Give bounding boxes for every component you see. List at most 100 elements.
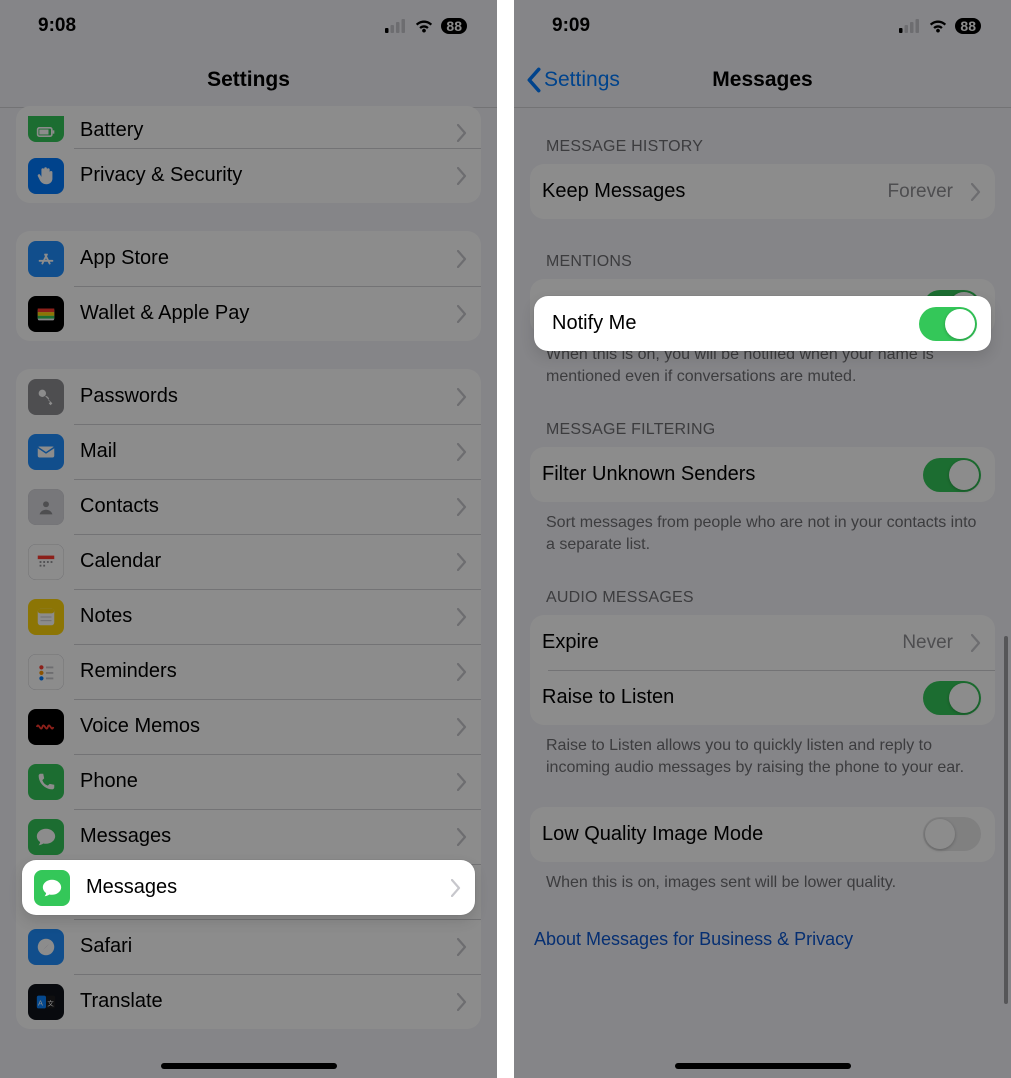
group-low-quality-image: Low Quality Image Mode — [530, 807, 995, 862]
back-button[interactable]: Settings — [526, 67, 620, 93]
status-bar: 9:08 88 — [0, 0, 497, 52]
settings-row-voicememos[interactable]: Voice Memos — [16, 699, 481, 754]
navbar: Settings Messages — [514, 52, 1011, 108]
settings-row-hand[interactable]: Privacy & Security — [16, 148, 481, 203]
settings-row-phone[interactable]: Phone — [16, 754, 481, 809]
battery-indicator: 88 — [955, 18, 981, 34]
messages-settings-screen: 9:09 88 Settings Messages MESSAGE HISTOR… — [514, 0, 1011, 1078]
settings-row-messages[interactable]: Messages — [16, 809, 481, 864]
svg-text:A: A — [38, 998, 43, 1007]
chevron-right-icon — [457, 773, 467, 791]
row-label: Reminders — [80, 660, 441, 683]
battery-icon — [28, 116, 64, 142]
battery-indicator: 88 — [441, 18, 467, 34]
messages-settings-list[interactable]: MESSAGE HISTORY Keep Messages Forever ME… — [514, 108, 1011, 966]
contacts-icon — [28, 489, 64, 525]
row-label: Translate — [80, 990, 441, 1013]
settings-row-reminders[interactable]: Reminders — [16, 644, 481, 699]
toggle-raise-to-listen[interactable] — [923, 681, 981, 715]
voicememos-icon — [28, 709, 64, 745]
row-label: Expire — [542, 631, 886, 654]
navbar: Settings — [0, 52, 497, 108]
hand-icon — [28, 158, 64, 194]
group-message-history: Keep Messages Forever — [530, 164, 995, 219]
settings-group-device: Battery Privacy & Security — [16, 106, 481, 203]
row-label: Battery — [80, 119, 441, 142]
wifi-icon — [414, 19, 434, 33]
phone-icon — [28, 764, 64, 800]
row-value: Forever — [888, 181, 953, 203]
home-indicator[interactable] — [675, 1063, 851, 1069]
row-raise-to-listen: Raise to Listen — [530, 670, 995, 725]
row-label: App Store — [80, 247, 441, 270]
settings-row-battery[interactable]: Battery — [16, 106, 481, 148]
settings-row-safari[interactable]: Safari — [16, 919, 481, 974]
toggle-notify-me[interactable] — [919, 307, 977, 341]
settings-row-calendar[interactable]: Calendar — [16, 534, 481, 589]
section-header-audio-messages: AUDIO MESSAGES — [546, 583, 995, 607]
row-label: Messages — [86, 876, 435, 899]
mail-icon — [28, 434, 64, 470]
chevron-right-icon — [451, 879, 461, 897]
toggle-low-quality-image[interactable] — [923, 817, 981, 851]
row-label: Passwords — [80, 385, 441, 408]
row-expire[interactable]: Expire Never — [530, 615, 995, 670]
section-footer-filtering: Sort messages from people who are not in… — [546, 512, 995, 555]
chevron-right-icon — [457, 608, 467, 626]
section-header-message-filtering: MESSAGE FILTERING — [546, 415, 995, 439]
home-indicator[interactable] — [161, 1063, 337, 1069]
scroll-indicator — [1004, 636, 1008, 1004]
row-filter-unknown-senders: Filter Unknown Senders — [530, 447, 995, 502]
chevron-right-icon — [457, 718, 467, 736]
notes-icon — [28, 599, 64, 635]
settings-row-messages[interactable]: Messages — [22, 860, 475, 915]
messages-icon — [28, 819, 64, 855]
settings-row-translate[interactable]: A文 Translate — [16, 974, 481, 1029]
row-label: Filter Unknown Senders — [542, 463, 907, 486]
chevron-right-icon — [457, 993, 467, 1011]
row-label: Phone — [80, 770, 441, 793]
row-label: Raise to Listen — [542, 686, 907, 709]
page-title: Messages — [712, 68, 812, 92]
row-label: Low Quality Image Mode — [542, 823, 907, 846]
row-label: Notify Me — [552, 312, 903, 335]
link-about-messages-business-privacy[interactable]: About Messages for Business & Privacy — [530, 921, 995, 966]
settings-group-apps: Passwords MailContactsCalendarNotes Remind… — [16, 369, 481, 1029]
highlight-messages-row: Messages — [22, 860, 475, 915]
row-label: Voice Memos — [80, 715, 441, 738]
status-time: 9:09 — [552, 15, 590, 37]
settings-row-appstore[interactable]: App Store — [16, 231, 481, 286]
chevron-right-icon — [457, 167, 467, 185]
chevron-right-icon — [457, 388, 467, 406]
settings-row-contacts[interactable]: Contacts — [16, 479, 481, 534]
row-low-quality-image-mode: Low Quality Image Mode — [530, 807, 995, 862]
status-bar: 9:09 88 — [514, 0, 1011, 52]
wifi-icon — [928, 19, 948, 33]
calendar-icon — [28, 544, 64, 580]
settings-row-key[interactable]: Passwords — [16, 369, 481, 424]
chevron-right-icon — [457, 498, 467, 516]
chevron-right-icon — [457, 663, 467, 681]
wallet-icon — [28, 296, 64, 332]
section-header-mentions: MENTIONS — [546, 247, 995, 271]
highlight-notify-me-row: Notify Me — [534, 296, 991, 351]
status-time: 9:08 — [38, 15, 76, 37]
page-title: Settings — [207, 68, 290, 92]
toggle-filter-unknown[interactable] — [923, 458, 981, 492]
settings-row-notes[interactable]: Notes — [16, 589, 481, 644]
svg-text:文: 文 — [47, 998, 54, 1007]
row-value: Never — [902, 632, 953, 654]
cellular-icon — [899, 19, 921, 33]
chevron-right-icon — [457, 124, 467, 142]
cellular-icon — [385, 19, 407, 33]
row-keep-messages[interactable]: Keep Messages Forever — [530, 164, 995, 219]
chevron-right-icon — [457, 305, 467, 323]
status-icons: 88 — [385, 18, 467, 34]
translate-icon: A文 — [28, 984, 64, 1020]
section-header-message-history: MESSAGE HISTORY — [546, 132, 995, 156]
section-footer-audio: Raise to Listen allows you to quickly li… — [546, 735, 995, 778]
settings-row-mail[interactable]: Mail — [16, 424, 481, 479]
group-audio-messages: Expire Never Raise to Listen — [530, 615, 995, 725]
settings-row-wallet[interactable]: Wallet & Apple Pay — [16, 286, 481, 341]
settings-screen: 9:08 88 Settings Battery Privacy & Securi… — [0, 0, 497, 1078]
